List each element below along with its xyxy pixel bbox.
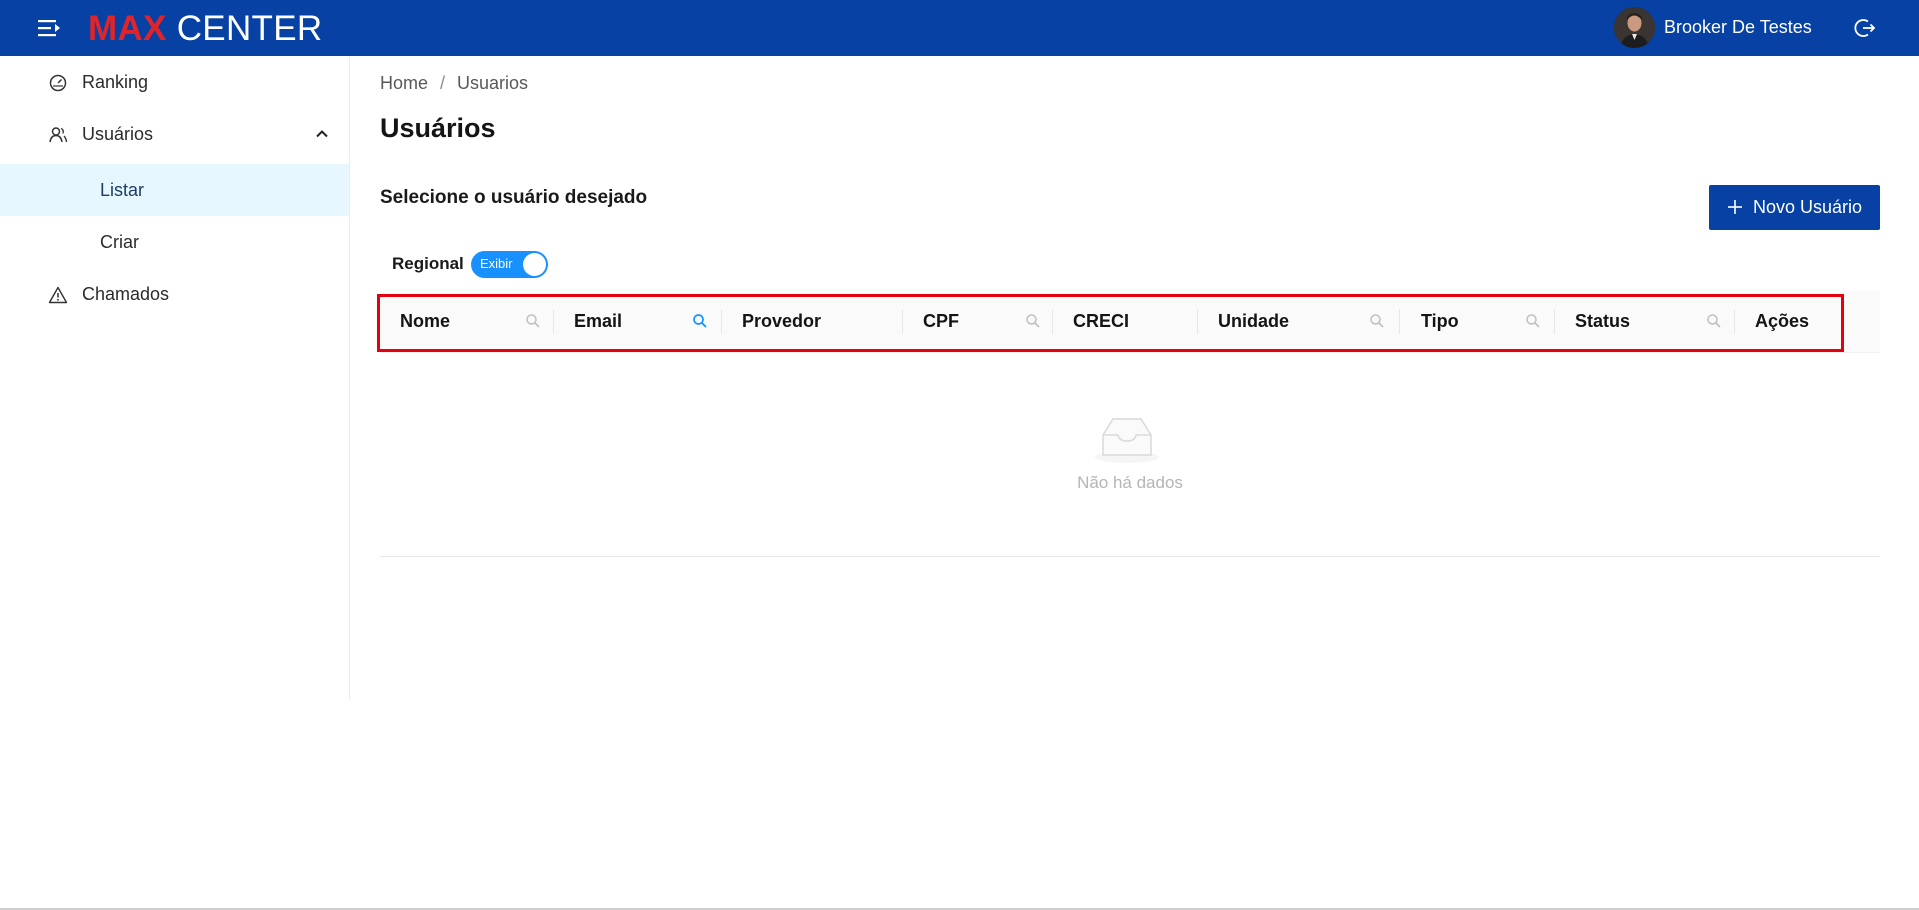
column-header-creci[interactable]: CRECI: [1053, 290, 1198, 353]
column-label: CPF: [923, 311, 959, 331]
sidebar-item-ranking[interactable]: Ranking: [0, 56, 349, 108]
column-header-status[interactable]: Status: [1555, 290, 1735, 353]
column-header-unidade[interactable]: Unidade: [1198, 290, 1400, 353]
search-icon[interactable]: [524, 312, 542, 330]
regional-toggle[interactable]: Exibir: [471, 251, 548, 278]
new-user-button[interactable]: Novo Usuário: [1709, 185, 1880, 230]
column-header-acoes[interactable]: Ações: [1735, 290, 1880, 353]
users-icon: [48, 125, 68, 145]
search-icon[interactable]: [1024, 312, 1042, 330]
column-header-tipo[interactable]: Tipo: [1400, 290, 1555, 353]
column-header-cpf[interactable]: CPF: [903, 290, 1053, 353]
breadcrumb-home[interactable]: Home: [380, 73, 428, 94]
sidebar-item-label: Chamados: [82, 283, 170, 304]
search-icon[interactable]: [691, 312, 709, 330]
search-icon[interactable]: [1705, 312, 1723, 330]
logo[interactable]: MAX CENTER: [88, 9, 322, 49]
toggle-knob: [523, 253, 546, 276]
column-label: Email: [574, 311, 623, 331]
column-header-nome[interactable]: Nome: [380, 290, 554, 353]
sidebar-item-label: Usuários: [82, 123, 154, 144]
column-label: Status: [1575, 311, 1631, 331]
sidebar-subitem-listar[interactable]: Listar: [0, 164, 349, 216]
avatar[interactable]: [1614, 7, 1655, 48]
menu-fold-icon[interactable]: [36, 16, 64, 40]
search-icon[interactable]: [1368, 312, 1386, 330]
regional-toggle-text: Exibir: [480, 256, 513, 271]
sidebar-subitem-criar[interactable]: Criar: [0, 216, 349, 268]
breadcrumb-current: Usuarios: [457, 73, 529, 93]
plus-icon: [1727, 198, 1743, 218]
column-label: CRECI: [1073, 311, 1130, 331]
column-label: Provedor: [742, 311, 822, 331]
column-header-provedor[interactable]: Provedor: [722, 290, 903, 353]
logout-icon[interactable]: [1854, 17, 1876, 39]
sidebar-item-label: Ranking: [82, 71, 149, 92]
user-name[interactable]: Brooker De Testes: [1664, 16, 1812, 38]
table-header: Nome Email Provedor CPF CRECI Unidade Ti…: [380, 290, 1880, 353]
column-label: Ações: [1755, 311, 1810, 331]
warning-icon: [48, 285, 68, 305]
breadcrumb: Home / Usuarios: [380, 73, 528, 94]
top-header: MAX CENTER Brooker De Testes: [0, 0, 1919, 56]
logo-max: MAX: [88, 9, 167, 48]
column-header-email[interactable]: Email: [554, 290, 722, 353]
section-title: Selecione o usuário desejado: [380, 187, 648, 208]
sidebar-item-usuarios[interactable]: Usuários: [0, 108, 349, 160]
chevron-up-icon: [314, 126, 330, 142]
sidebar: Ranking Usuários Listar Criar Chamados: [0, 56, 350, 700]
empty-text: Não há dados: [1077, 473, 1183, 492]
column-label: Unidade: [1218, 311, 1290, 331]
sidebar-item-chamados[interactable]: Chamados: [0, 268, 349, 320]
page-title: Usuários: [380, 113, 496, 143]
breadcrumb-separator: /: [440, 73, 446, 93]
regional-label: Regional: [392, 254, 464, 273]
column-label: Tipo: [1421, 311, 1459, 331]
dashboard-icon: [48, 73, 68, 93]
search-icon[interactable]: [1524, 312, 1542, 330]
sidebar-subitem-label: Listar: [100, 179, 145, 200]
column-label: Nome: [400, 311, 451, 331]
new-user-label: Novo Usuário: [1752, 197, 1863, 217]
logo-center: CENTER: [176, 9, 323, 48]
sidebar-subitem-label: Criar: [100, 231, 139, 252]
empty-inbox-icon: [1089, 413, 1165, 465]
table-empty-state: Não há dados: [380, 353, 1880, 557]
